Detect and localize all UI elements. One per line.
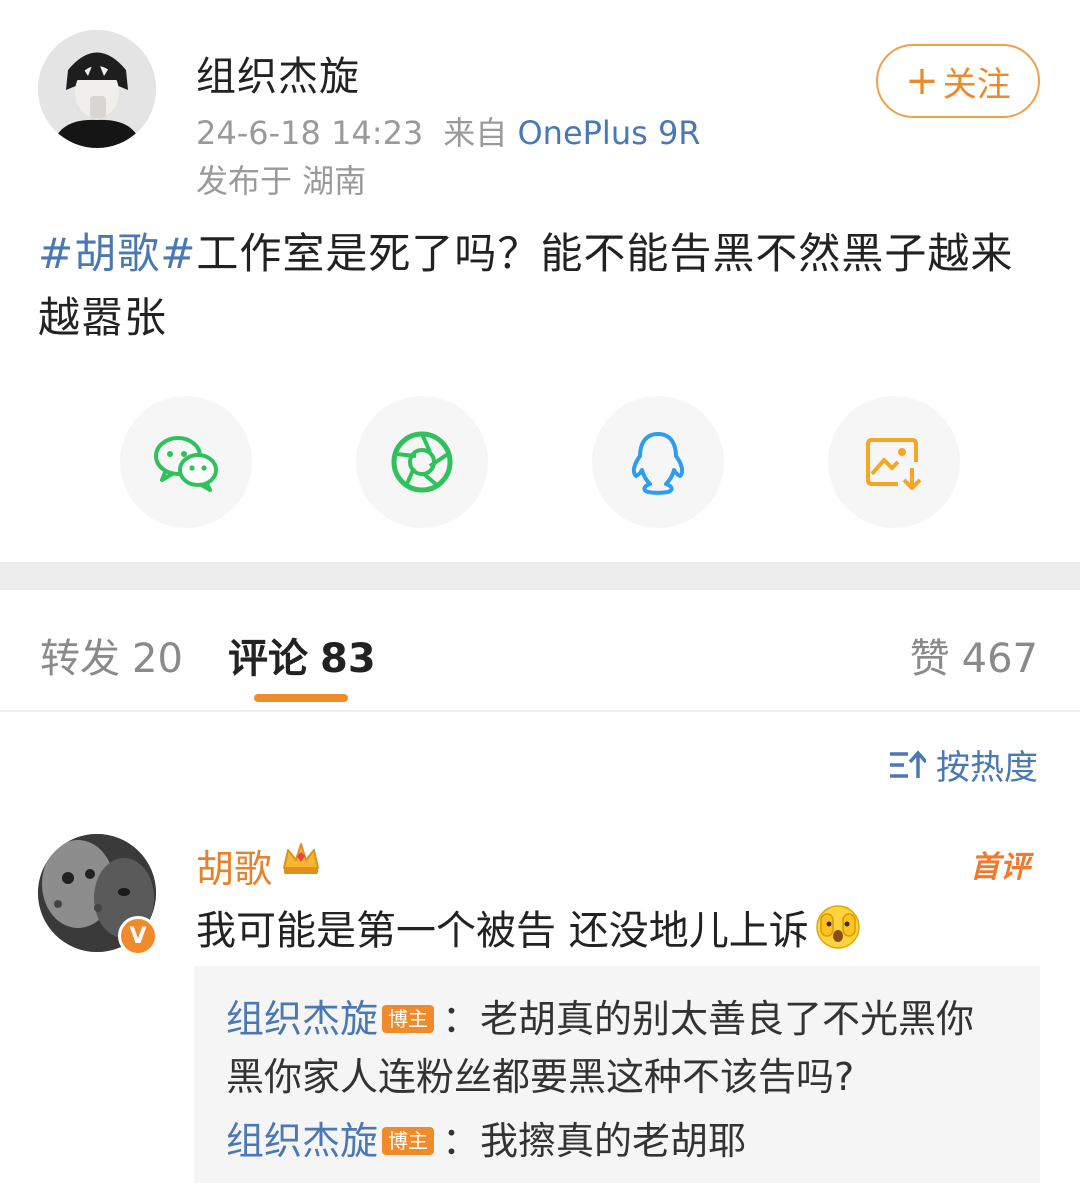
sort-label: 按热度 (936, 748, 1038, 788)
comment-item: V 胡歌 首评 我可能是第一个被告 还没地儿上诉 组织杰旋 博主 ：老胡真的别太善良… (0, 826, 1080, 1183)
reply-separator: ： (442, 1119, 481, 1163)
save-image-icon (866, 438, 922, 490)
active-tab-indicator (254, 694, 348, 702)
reply-item[interactable]: 组织杰旋 博主 ：我擦真的老胡耶 (226, 1112, 1008, 1170)
follow-button[interactable]: + 关注 (876, 44, 1040, 118)
post-header: 组织杰旋 24-6-18 14:23 来自 OnePlus 9R 发布于 湖南 +… (0, 0, 1080, 200)
share-save-image-button[interactable] (828, 396, 960, 528)
post-device[interactable]: OnePlus 9R (517, 114, 700, 152)
interaction-tabs: 转发 20 评论 83 赞 467 (0, 590, 1080, 712)
tab-repost[interactable]: 转发 20 (40, 626, 183, 684)
moments-icon (391, 431, 453, 493)
covering-face-emoji-icon (815, 905, 860, 949)
reply-text: 我擦真的老胡耶 (480, 1119, 747, 1163)
owner-badge: 博主 (382, 1127, 435, 1155)
author-name[interactable]: 组织杰旋 (196, 44, 360, 102)
owner-badge: 博主 (382, 1005, 435, 1033)
verified-badge: V (118, 916, 158, 956)
reply-user[interactable]: 组织杰旋 (226, 1119, 378, 1163)
post-meta: 24-6-18 14:23 来自 OnePlus 9R (196, 108, 701, 154)
post-body: #胡歌#工作室是死了吗？能不能告黑不然黑子越来越嚣张 (38, 222, 1038, 350)
share-moments-button[interactable] (356, 396, 488, 528)
tab-comments-count: 83 (320, 636, 376, 682)
comment-text-row: 我可能是第一个被告 还没地儿上诉 (196, 898, 861, 956)
tab-repost-label: 转发 (40, 636, 120, 682)
section-divider (0, 562, 1080, 590)
post-time: 24-6-18 14:23 (196, 114, 424, 152)
topic-link[interactable]: #胡歌# (38, 229, 196, 278)
tab-likes[interactable]: 赞 467 (910, 626, 1038, 684)
commenter-name[interactable]: 胡歌 (196, 838, 272, 893)
reply-separator: ： (442, 997, 481, 1041)
author-avatar[interactable] (38, 30, 156, 148)
reply-item[interactable]: 组织杰旋 博主 ：老胡真的别太善良了不光黑你黑你家人连粉丝都要黑这种不该告吗? (226, 990, 1008, 1106)
comment-text: 我可能是第一个被告 还没地儿上诉 (196, 908, 809, 954)
crown-icon (283, 843, 319, 874)
share-wechat-button[interactable] (120, 396, 252, 528)
share-row (0, 392, 1080, 532)
reply-box[interactable]: 组织杰旋 博主 ：老胡真的别太善良了不光黑你黑你家人连粉丝都要黑这种不该告吗? 组织… (194, 966, 1040, 1183)
follow-label: 关注 (942, 64, 1011, 105)
tab-likes-count: 467 (961, 636, 1038, 682)
wechat-icon (154, 436, 218, 492)
tab-repost-count: 20 (132, 636, 183, 682)
tab-comments[interactable]: 评论 83 (228, 626, 376, 684)
tab-comments-label: 评论 (228, 636, 308, 682)
plus-icon: + (905, 58, 939, 104)
source-prefix: 来自 (443, 114, 508, 152)
sort-icon (890, 749, 926, 778)
post-location: 发布于 湖南 (196, 162, 367, 200)
qq-icon (631, 432, 685, 495)
first-comment-tag: 首评 (970, 850, 1030, 885)
reply-user[interactable]: 组织杰旋 (226, 997, 378, 1041)
sort-button[interactable]: 按热度 (888, 740, 1038, 789)
share-qq-button[interactable] (592, 396, 724, 528)
tab-likes-label: 赞 (909, 636, 950, 682)
